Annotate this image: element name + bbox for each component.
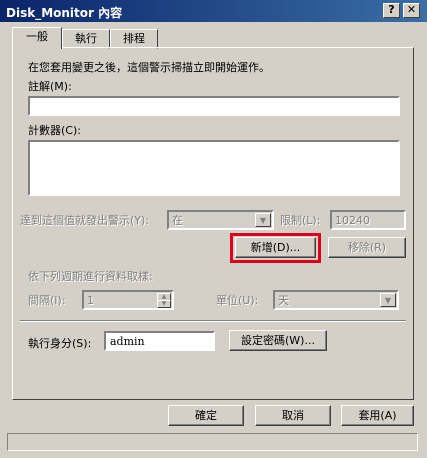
interval-value: 1: [87, 294, 94, 307]
units-label: 單位(U):: [216, 294, 259, 307]
cancel-label: 取消: [282, 409, 304, 422]
tab-label: 一般: [26, 30, 48, 43]
interval-stepper[interactable]: 1 ▲ ▼: [82, 290, 174, 310]
close-icon: ✕: [406, 3, 417, 16]
run-as-label: 執行身分(S):: [28, 337, 92, 350]
limit-input[interactable]: 10240: [330, 210, 406, 230]
threshold-condition-select[interactable]: 在 ▼: [167, 210, 274, 230]
comment-input[interactable]: [28, 96, 400, 116]
help-icon: ?: [388, 3, 395, 16]
apply-label: 套用(A): [358, 409, 397, 422]
units-select[interactable]: 天 ▼: [273, 290, 399, 310]
run-as-value: admin: [110, 335, 145, 348]
divider: [20, 320, 406, 322]
ok-label: 確定: [195, 409, 217, 422]
tab-label: 執行: [75, 32, 97, 45]
window-title: Disk_Monitor 內容: [6, 6, 123, 20]
chevron-down-icon: ▼: [255, 213, 271, 227]
add-counter-button[interactable]: 新增(D)...: [235, 237, 316, 258]
chevron-down-icon[interactable]: ▼: [157, 300, 171, 308]
set-password-label: 設定密碼(W)...: [241, 334, 315, 347]
interval-label: 間隔(I):: [28, 294, 66, 307]
units-value: 天: [278, 294, 289, 307]
threshold-label: 達到這個值就發出警示(Y):: [20, 214, 150, 227]
help-button[interactable]: ?: [383, 3, 400, 18]
remove-counter-button[interactable]: 移除(R): [328, 237, 406, 258]
ok-button[interactable]: 確定: [168, 405, 244, 426]
title-bar[interactable]: Disk_Monitor 內容 ? ✕: [0, 0, 427, 22]
intro-text: 在您套用變更之後，這個警示掃描立即開始運作。: [28, 61, 270, 74]
chevron-down-icon: ▼: [380, 293, 396, 307]
status-bar: [7, 433, 418, 451]
tab-actions[interactable]: 執行: [62, 29, 110, 49]
tab-label: 排程: [123, 32, 145, 45]
set-password-button[interactable]: 設定密碼(W)...: [229, 330, 327, 351]
close-button[interactable]: ✕: [403, 3, 420, 18]
tab-general[interactable]: 一般: [12, 27, 62, 49]
run-as-input[interactable]: admin: [104, 331, 215, 351]
counters-label: 計數器(C):: [28, 124, 81, 137]
tab-schedule[interactable]: 排程: [110, 29, 158, 49]
comment-label: 註解(M):: [28, 80, 72, 93]
counters-list[interactable]: [28, 140, 400, 196]
threshold-condition-value: 在: [172, 214, 183, 227]
add-counter-label: 新增(D)...: [250, 241, 301, 254]
cancel-button[interactable]: 取消: [255, 405, 331, 426]
apply-button[interactable]: 套用(A): [341, 405, 414, 426]
sample-label: 依下列週期進行資料取樣:: [28, 270, 153, 283]
limit-label: 限制(L):: [280, 214, 321, 227]
limit-value: 10240: [335, 214, 370, 227]
remove-counter-label: 移除(R): [347, 241, 387, 254]
